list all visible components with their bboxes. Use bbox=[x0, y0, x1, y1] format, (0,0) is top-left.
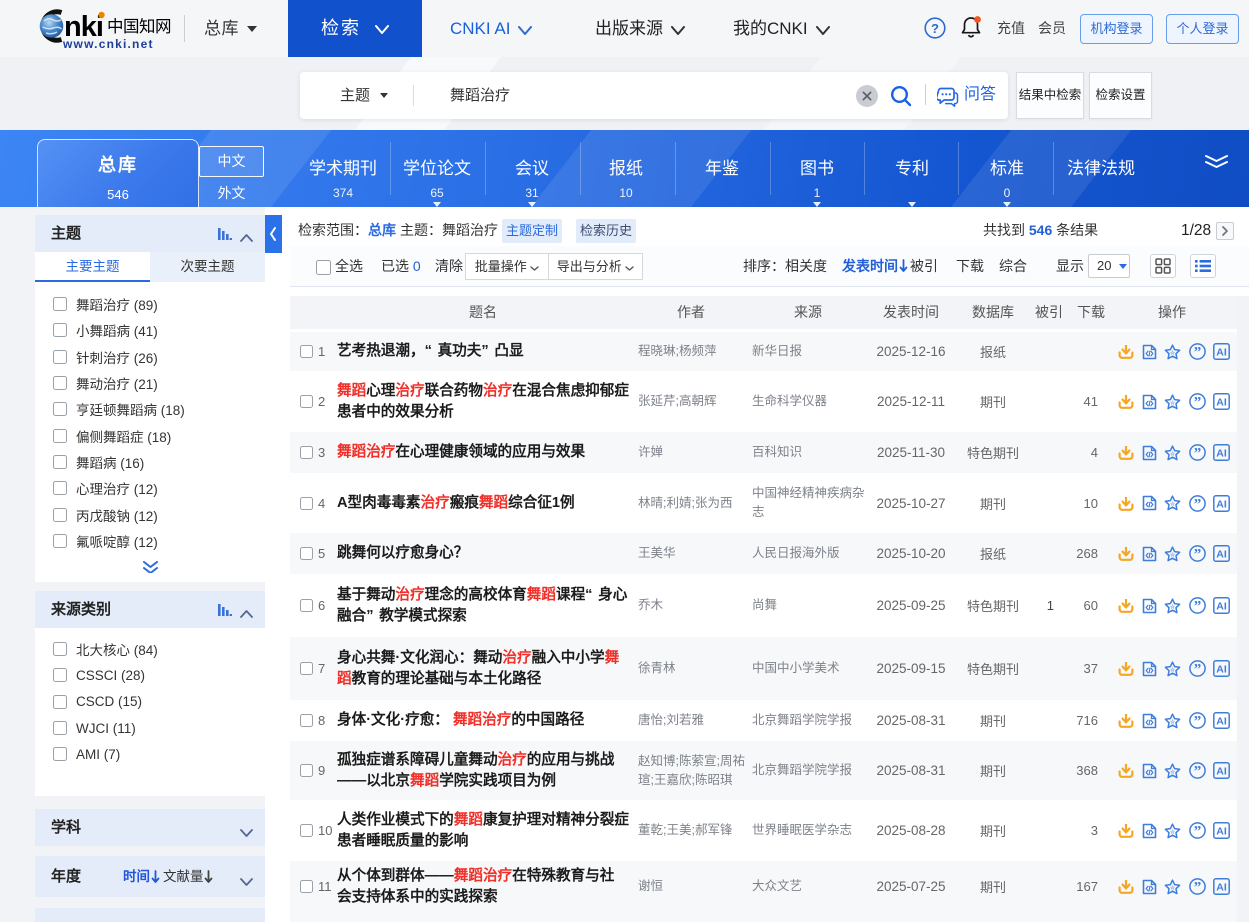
svg-text:”: ” bbox=[1193, 764, 1201, 779]
svg-text:”: ” bbox=[1193, 345, 1201, 360]
svg-text:AI: AI bbox=[1216, 765, 1227, 777]
svg-text:AI: AI bbox=[1216, 498, 1227, 510]
svg-text:AI: AI bbox=[1216, 663, 1227, 675]
svg-text:AI: AI bbox=[1216, 548, 1227, 560]
svg-text:”: ” bbox=[1193, 824, 1201, 839]
svg-text:AI: AI bbox=[1216, 600, 1227, 612]
svg-text:”: ” bbox=[1193, 446, 1201, 461]
svg-text:www.cnki.net: www.cnki.net bbox=[62, 37, 154, 51]
svg-text:”: ” bbox=[1193, 662, 1201, 677]
svg-text:”: ” bbox=[1193, 599, 1201, 614]
svg-text:?: ? bbox=[931, 21, 939, 36]
svg-text:”: ” bbox=[1193, 547, 1201, 562]
svg-text:”: ” bbox=[1193, 395, 1201, 410]
svg-text:AI: AI bbox=[1216, 346, 1227, 358]
svg-text:AI: AI bbox=[1216, 447, 1227, 459]
svg-text:AI: AI bbox=[1216, 881, 1227, 893]
svg-text:AI: AI bbox=[1216, 715, 1227, 727]
svg-text:AI: AI bbox=[1216, 825, 1227, 837]
svg-text:”: ” bbox=[1193, 496, 1201, 511]
svg-text:AI: AI bbox=[1216, 396, 1227, 408]
svg-text:”: ” bbox=[1193, 880, 1201, 895]
svg-text:中国知网: 中国知网 bbox=[107, 17, 171, 36]
svg-text:”: ” bbox=[1193, 714, 1201, 729]
